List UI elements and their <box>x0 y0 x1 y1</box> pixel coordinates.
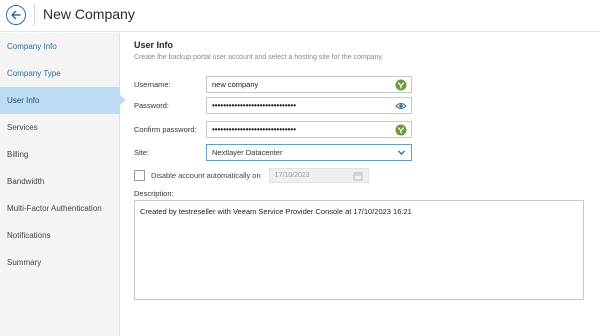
disable-account-row: Disable account automatically on 17/10/2… <box>134 168 369 183</box>
section-title: User Info <box>134 40 174 50</box>
password-row: Password: •••••••••••••••••••••••••••••• <box>134 97 412 114</box>
username-row: Username: <box>134 76 412 93</box>
site-select[interactable]: Nextlayer Datacenter <box>206 144 412 161</box>
confirm-password-field[interactable]: •••••••••••••••••••••••••••••• <box>206 121 412 138</box>
username-label: Username: <box>134 80 171 89</box>
show-password-icon[interactable] <box>395 100 407 112</box>
calendar-icon <box>353 171 363 180</box>
sidebar-item-company-type[interactable]: Company Type <box>0 60 120 87</box>
sidebar-item-summary[interactable]: Summary <box>0 249 120 276</box>
section-subtitle: Create the backup portal user account an… <box>134 54 384 61</box>
chevron-down-icon <box>398 150 405 155</box>
site-label: Site: <box>134 148 150 157</box>
sidebar-item-company-info[interactable]: Company Info <box>0 33 120 60</box>
password-field[interactable]: •••••••••••••••••••••••••••••• <box>206 97 412 114</box>
sidebar-item-mfa[interactable]: Multi-Factor Authentication <box>0 195 120 222</box>
password-valid-icon <box>395 124 407 136</box>
confirm-password-label: Confirm password: <box>134 125 197 134</box>
confirm-password-value: •••••••••••••••••••••••••••••• <box>212 125 297 134</box>
description-label: Description: <box>134 189 174 198</box>
sidebar-item-billing[interactable]: Billing <box>0 141 120 168</box>
disable-account-checkbox[interactable] <box>134 170 145 181</box>
disable-account-label: Disable account automatically on <box>151 171 261 180</box>
header: New Company <box>0 0 600 32</box>
back-arrow-icon <box>11 10 21 20</box>
sidebar-item-notifications[interactable]: Notifications <box>0 222 120 249</box>
description-textarea[interactable]: Created by testreseller with Veeam Servi… <box>134 200 584 300</box>
sidebar-item-user-info[interactable]: User Info <box>0 87 126 114</box>
username-input[interactable] <box>212 80 392 89</box>
username-field[interactable] <box>206 76 412 93</box>
password-label: Password: <box>134 101 170 110</box>
password-valid-icon <box>395 79 407 91</box>
disable-date-value: 17/10/2023 <box>274 172 310 179</box>
confirm-password-row: Confirm password: ••••••••••••••••••••••… <box>134 121 412 138</box>
back-button[interactable] <box>6 5 26 25</box>
header-divider <box>34 4 35 26</box>
sidebar-item-bandwidth[interactable]: Bandwidth <box>0 168 120 195</box>
page-title: New Company <box>43 6 135 22</box>
wizard-sidebar: Company Info Company Type User Info Serv… <box>0 33 126 336</box>
password-value: •••••••••••••••••••••••••••••• <box>212 101 297 110</box>
disable-date-field: 17/10/2023 <box>268 168 369 183</box>
sidebar-item-services[interactable]: Services <box>0 114 120 141</box>
site-row: Site: Nextlayer Datacenter <box>134 144 412 161</box>
user-info-panel: User Info Create the backup portal user … <box>134 40 594 300</box>
site-selected-value: Nextlayer Datacenter <box>212 148 283 157</box>
